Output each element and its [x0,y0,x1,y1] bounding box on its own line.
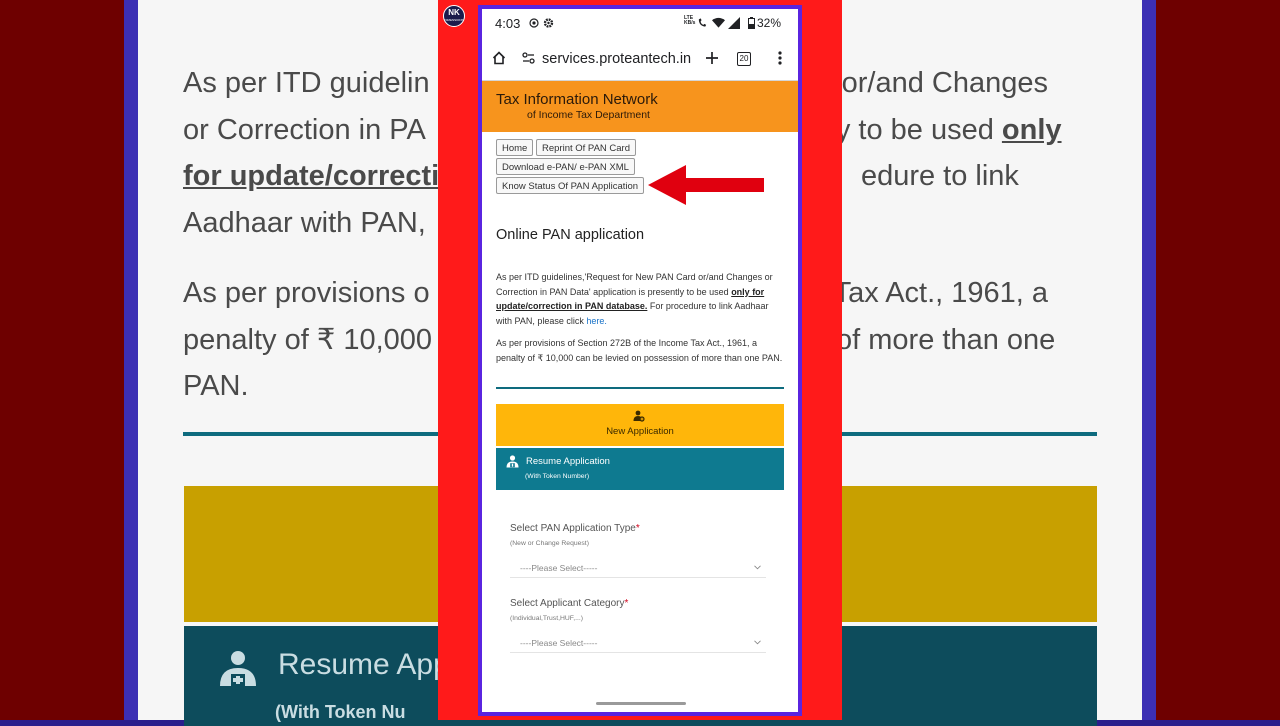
phone-screen: 4:03 LTE KB/s 32% services.proteantech.i… [478,5,802,716]
resume-application-label: Resume Application [526,456,610,467]
more-options-icon[interactable] [778,51,782,65]
page-heading: Online PAN application [496,227,645,243]
settings-gear-icon [543,18,554,28]
nav-know-status-button[interactable]: Know Status Of PAN Application [496,177,645,194]
info-paragraph-2: As per provisions of Section 272B of the… [496,338,783,363]
nav-download-epan-button[interactable]: Download e-PAN/ e-PAN XML [496,158,635,175]
battery-percent: 32% [757,16,782,30]
people-icon [506,455,519,468]
pan-application-type-hint: (New or Change Request) [510,540,589,547]
content-divider [496,387,784,389]
here-link[interactable]: here. [586,316,607,326]
nav-reprint-pan-button[interactable]: Reprint Of PAN Card [536,139,636,156]
resume-application-button[interactable]: Resume Application (With Token Number) [496,448,784,490]
browser-toolbar: services.proteantech.in 20 [482,39,798,81]
banner-subtitle: of Income Tax Department [527,109,650,121]
applicant-category-hint: (Individual,Trust,HUF,...) [510,615,584,622]
background-left-strip [0,0,124,720]
background-people-icon [220,651,256,686]
new-tab-plus-icon[interactable] [705,51,719,65]
applicant-category-select[interactable]: ----Please Select----- [510,634,766,653]
applicant-category-label: Select Applicant Category* [510,598,629,609]
background-right-strip [1156,0,1280,720]
status-bar: 4:03 LTE KB/s 32% [482,9,798,39]
banner-title: Tax Information Network [496,91,658,108]
status-time: 4:03 [495,16,521,31]
chevron-down-icon [754,565,761,570]
nav-home-button[interactable]: Home [496,139,534,156]
cellular-signal-icon [728,17,740,29]
chevron-down-icon [754,640,761,645]
wifi-icon [712,17,725,28]
wifi-calling-icon [698,18,707,27]
home-icon[interactable] [492,51,506,65]
add-user-icon [633,410,645,422]
site-banner: Tax Information Network of Income Tax De… [482,81,798,132]
pan-application-type-label: Select PAN Application Type* [510,523,640,534]
site-info-icon[interactable] [522,52,535,64]
resume-application-subtitle: (With Token Number) [525,473,590,480]
new-application-label: New Application [606,426,674,437]
red-pointer-arrow [648,165,764,205]
channel-logo: NK DIMENSIONS [443,5,465,27]
network-speed: LTE KB/s [684,15,696,26]
gesture-home-indicator[interactable] [596,702,686,705]
url-text[interactable]: services.proteantech.in [542,51,691,67]
battery-icon [748,17,755,29]
pan-application-type-select[interactable]: ----Please Select----- [510,559,766,578]
info-paragraph-1: As per ITD guidelines,'Request for New P… [496,272,773,326]
new-application-button[interactable]: New Application [496,404,784,446]
screen-record-icon [529,18,539,28]
tab-switcher-button[interactable]: 20 [737,52,751,66]
background-resume-title: Resume App [278,648,450,681]
